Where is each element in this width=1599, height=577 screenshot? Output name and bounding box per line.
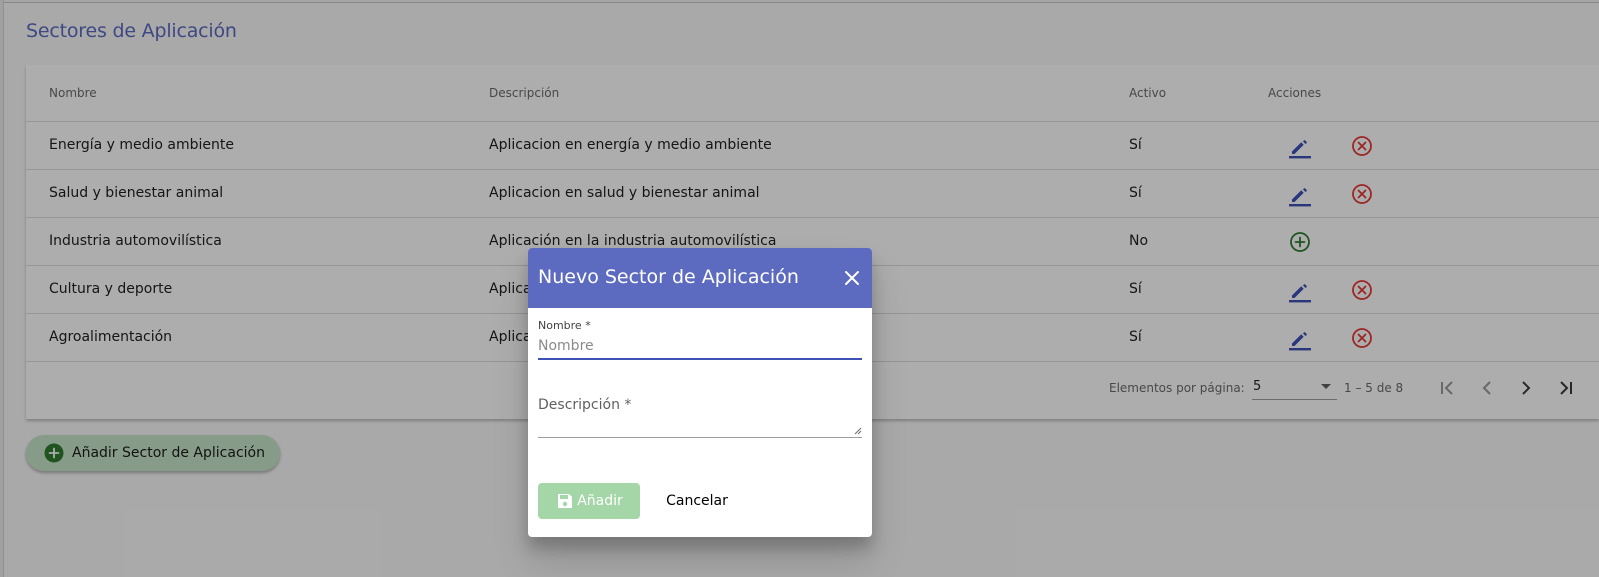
resize-grip-icon[interactable]: [853, 426, 862, 435]
description-field-label: Descripción *: [538, 397, 632, 413]
name-field-label: Nombre *: [538, 319, 591, 332]
dialog-title: Nuevo Sector de Aplicación: [538, 266, 799, 288]
save-icon: [558, 494, 573, 508]
close-icon[interactable]: [842, 268, 862, 288]
dialog-header: Nuevo Sector de Aplicación: [528, 248, 872, 308]
new-sector-dialog: Nuevo Sector de Aplicación Nombre * Desc…: [528, 248, 872, 537]
name-input[interactable]: [538, 333, 862, 360]
cancel-button-label: Cancelar: [666, 493, 728, 509]
cancel-button[interactable]: Cancelar: [656, 483, 738, 519]
save-button-label: Añadir: [577, 493, 623, 509]
description-textarea[interactable]: [538, 416, 862, 438]
save-button[interactable]: Añadir: [538, 483, 640, 519]
